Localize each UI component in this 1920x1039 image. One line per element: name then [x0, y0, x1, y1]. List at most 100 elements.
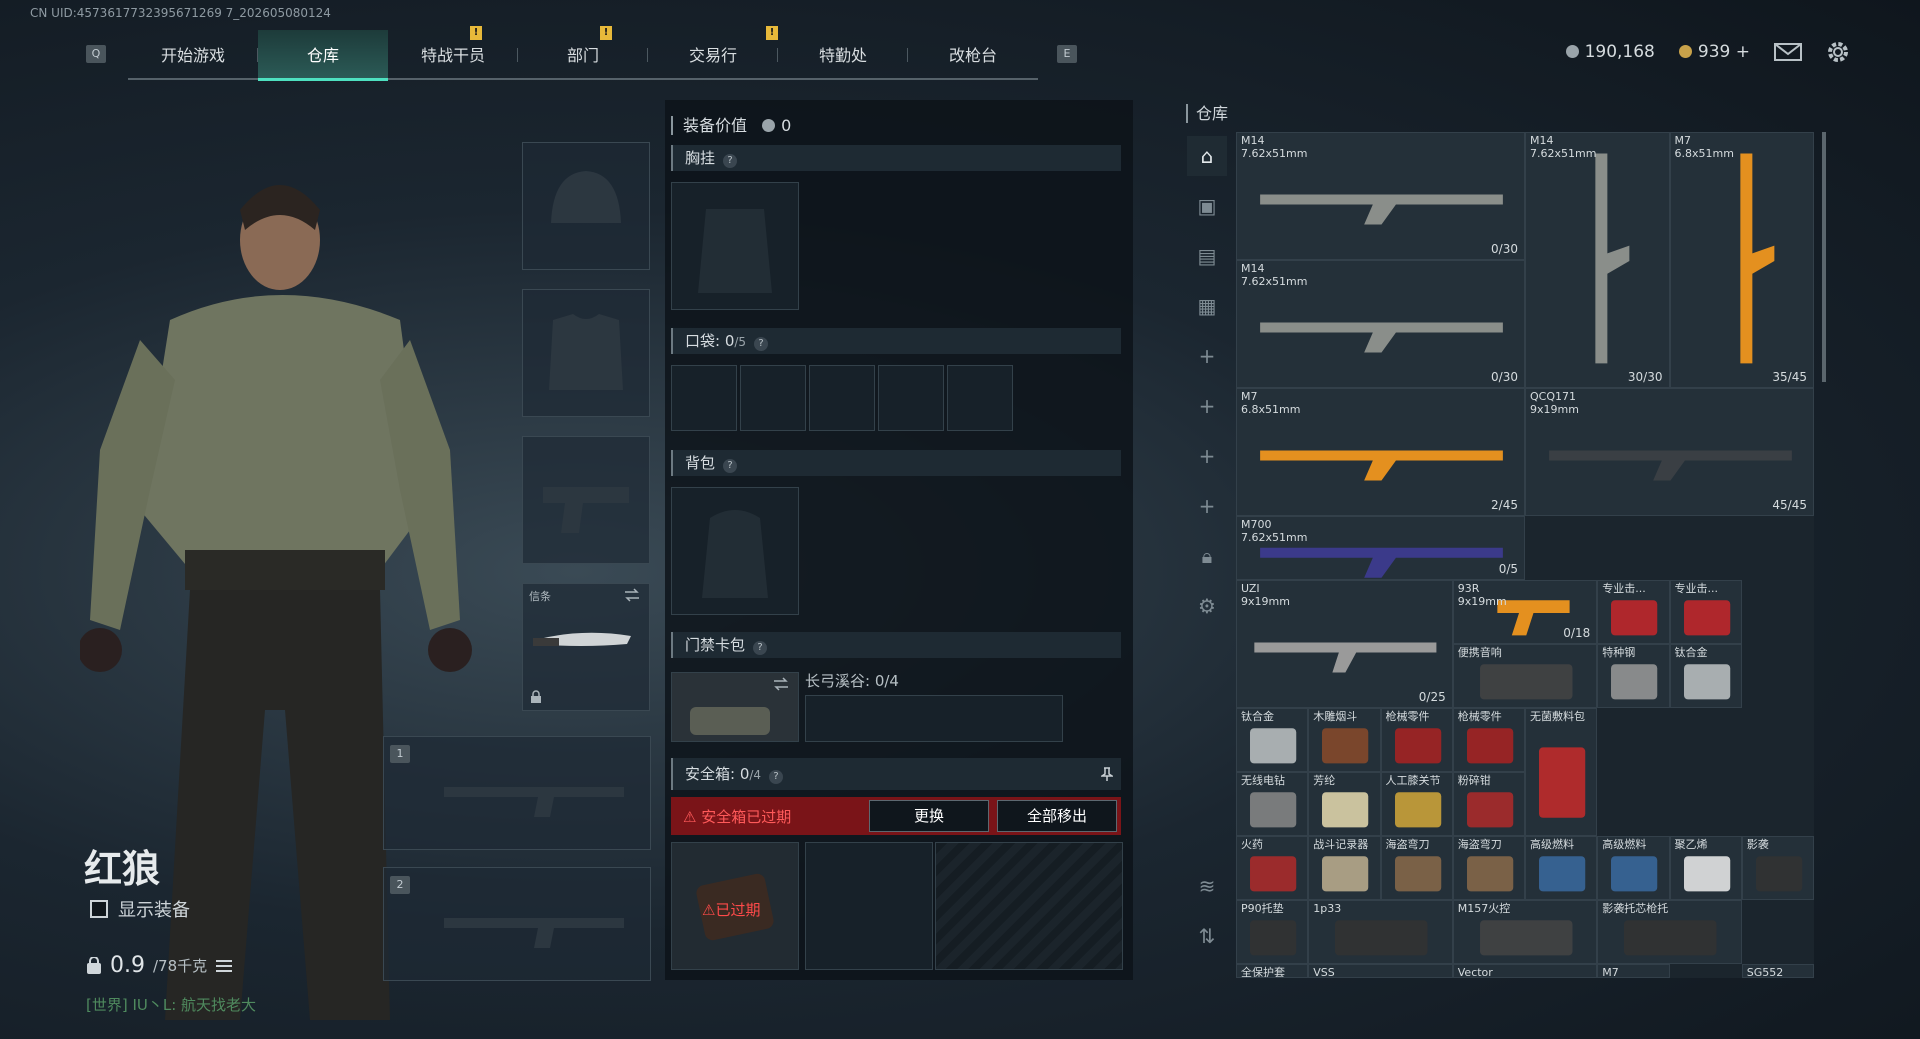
move-all-button[interactable]: 全部移出: [997, 800, 1117, 832]
item-name: 特种钢: [1602, 646, 1636, 659]
help-icon[interactable]: ?: [769, 770, 784, 784]
helmet-slot[interactable]: [522, 142, 650, 270]
settings-gear-icon[interactable]: [1826, 40, 1850, 64]
pocket-slot[interactable]: [947, 365, 1013, 431]
add-tab-icon[interactable]: +: [1187, 336, 1227, 376]
keycard-case-slot[interactable]: [671, 672, 799, 742]
tab-gunsmith[interactable]: 改枪台: [908, 30, 1038, 78]
warehouse-item[interactable]: M7 6.8x51mm 2/45: [1236, 388, 1525, 516]
warehouse-item[interactable]: P90托垫: [1236, 900, 1309, 964]
keycard-slots[interactable]: [805, 695, 1063, 742]
backpack-slot[interactable]: [671, 487, 799, 615]
mail-icon[interactable]: [1774, 42, 1802, 62]
warehouse-item[interactable]: 人工膝关节: [1380, 772, 1453, 836]
checkbox[interactable]: [90, 900, 108, 918]
storage-tab-icon[interactable]: ▦: [1187, 286, 1227, 326]
add-tab-icon[interactable]: +: [1187, 486, 1227, 526]
tab-warehouse[interactable]: 仓库: [258, 30, 388, 81]
warehouse-item[interactable]: 专业击...: [1669, 580, 1742, 644]
item-caliber: 9x19mm: [1457, 595, 1507, 608]
warehouse-item[interactable]: 93R 9x19mm 0/18: [1452, 580, 1598, 644]
armor-slot[interactable]: [522, 289, 650, 417]
warehouse-item[interactable]: 枪械零件: [1380, 708, 1453, 772]
warehouse-item[interactable]: 特种钢: [1597, 644, 1670, 708]
warehouse-item[interactable]: 海盗弯刀: [1452, 836, 1525, 900]
help-icon[interactable]: ?: [754, 337, 769, 351]
tab-special-ops[interactable]: 特勤处!: [766, 26, 908, 78]
warehouse-item[interactable]: M700 7.62x51mm 0/5: [1236, 516, 1525, 580]
warehouse-item[interactable]: 全保护套: [1236, 964, 1309, 978]
item-name: 枪械零件: [1457, 710, 1502, 723]
tab-start-game[interactable]: 开始游戏: [128, 30, 258, 78]
warehouse-item[interactable]: M14 7.62x51mm 30/30: [1525, 132, 1670, 388]
warehouse-item[interactable]: 芳纶: [1308, 772, 1381, 836]
help-icon[interactable]: ?: [723, 154, 738, 168]
warehouse-item[interactable]: M7 6.8x51mm 35/45: [1669, 132, 1814, 388]
warehouse-item[interactable]: 聚乙烯: [1669, 836, 1742, 900]
warehouse-item[interactable]: 钛合金: [1236, 708, 1309, 772]
pistol-slot[interactable]: [522, 436, 650, 564]
add-gold-button[interactable]: +: [1736, 42, 1750, 62]
chest-rig-slot[interactable]: [671, 182, 799, 310]
warehouse-item[interactable]: M14 7.62x51mm 0/30: [1236, 260, 1525, 388]
pocket-slot[interactable]: [878, 365, 944, 431]
secondary-weapon-slot[interactable]: 2: [383, 867, 651, 981]
warehouse-item[interactable]: 便携音响: [1452, 644, 1598, 708]
pocket-slot[interactable]: [740, 365, 806, 431]
warehouse-item[interactable]: 无线电钻: [1236, 772, 1309, 836]
warehouse-item[interactable]: SG552: [1741, 964, 1814, 978]
warehouse-item[interactable]: 影袭: [1741, 836, 1814, 900]
safe-box-slot[interactable]: ⚠已过期: [671, 842, 799, 970]
pin-icon[interactable]: [1101, 767, 1113, 781]
primary-weapon-slot[interactable]: 1: [383, 736, 651, 850]
sort-icon[interactable]: ⇅: [1187, 916, 1227, 956]
pocket-value: 0: [724, 332, 735, 350]
swap-button[interactable]: 更换: [869, 800, 989, 832]
warehouse-item[interactable]: 高级燃料: [1597, 836, 1670, 900]
swap-icon[interactable]: [623, 588, 641, 602]
warehouse-item[interactable]: UZI 9x19mm 0/25: [1236, 580, 1453, 708]
warehouse-item[interactable]: 专业击...: [1597, 580, 1670, 644]
warehouse-item[interactable]: Vector: [1452, 964, 1598, 978]
warehouse-item[interactable]: 高级燃料: [1525, 836, 1598, 900]
melee-slot[interactable]: 信条: [522, 583, 650, 711]
pocket-slot[interactable]: [809, 365, 875, 431]
tab-department[interactable]: 部门!: [518, 26, 648, 78]
warehouse-item[interactable]: 1p33: [1308, 900, 1453, 964]
pocket-slot[interactable]: [671, 365, 737, 431]
add-tab-icon[interactable]: +: [1187, 386, 1227, 426]
warehouse-item[interactable]: 钛合金: [1669, 644, 1742, 708]
scrollbar[interactable]: [1822, 132, 1826, 382]
warehouse-item[interactable]: VSS: [1308, 964, 1453, 978]
warehouse-item[interactable]: 粉碎钳: [1452, 772, 1525, 836]
warehouse-item[interactable]: M7: [1597, 964, 1670, 978]
safe-box-cell[interactable]: [805, 842, 933, 970]
item-ammo: 0/18: [1563, 626, 1591, 640]
warehouse-item[interactable]: M14 7.62x51mm 0/30: [1236, 132, 1525, 260]
add-tab-icon[interactable]: +: [1187, 436, 1227, 476]
settings-gear-icon[interactable]: ⚙︎: [1187, 586, 1227, 626]
warehouse-item[interactable]: 无菌敷料包: [1525, 708, 1598, 836]
tab-trade[interactable]: 交易行: [648, 30, 778, 78]
warehouse-item[interactable]: 木雕烟斗: [1308, 708, 1381, 772]
help-icon[interactable]: ?: [753, 641, 768, 655]
show-gear-toggle[interactable]: 显示装备: [90, 896, 190, 922]
list-icon[interactable]: [215, 959, 233, 973]
warehouse-item[interactable]: 火药: [1236, 836, 1309, 900]
layers-icon[interactable]: ≋: [1187, 866, 1227, 906]
warehouse-item[interactable]: QCQ171 9x19mm 45/45: [1525, 388, 1814, 516]
swap-icon[interactable]: [772, 677, 790, 691]
storage-tab-icon[interactable]: ▤: [1187, 236, 1227, 276]
warehouse-item[interactable]: M157火控: [1452, 900, 1598, 964]
storage-tab-icon[interactable]: ▣: [1187, 186, 1227, 226]
help-icon[interactable]: ?: [723, 459, 738, 473]
item-name: 高级燃料: [1530, 838, 1574, 851]
warehouse-item[interactable]: 枪械零件: [1452, 708, 1525, 772]
warehouse-home-icon[interactable]: ⌂: [1187, 136, 1227, 176]
warehouse-item[interactable]: 影袭托芯枪托: [1597, 900, 1742, 964]
keycard-location: 长弓溪谷: 0/4: [805, 672, 899, 690]
warehouse-item[interactable]: 战斗记录器: [1308, 836, 1381, 900]
warehouse-item[interactable]: 海盗弯刀: [1380, 836, 1453, 900]
warehouse-sidebar: ⌂ ▣ ▤ ▦ + + + + 🔒︎ ⚙︎ ≋ ⇅: [1182, 130, 1232, 970]
tab-operators[interactable]: 特战干员!: [388, 26, 518, 78]
